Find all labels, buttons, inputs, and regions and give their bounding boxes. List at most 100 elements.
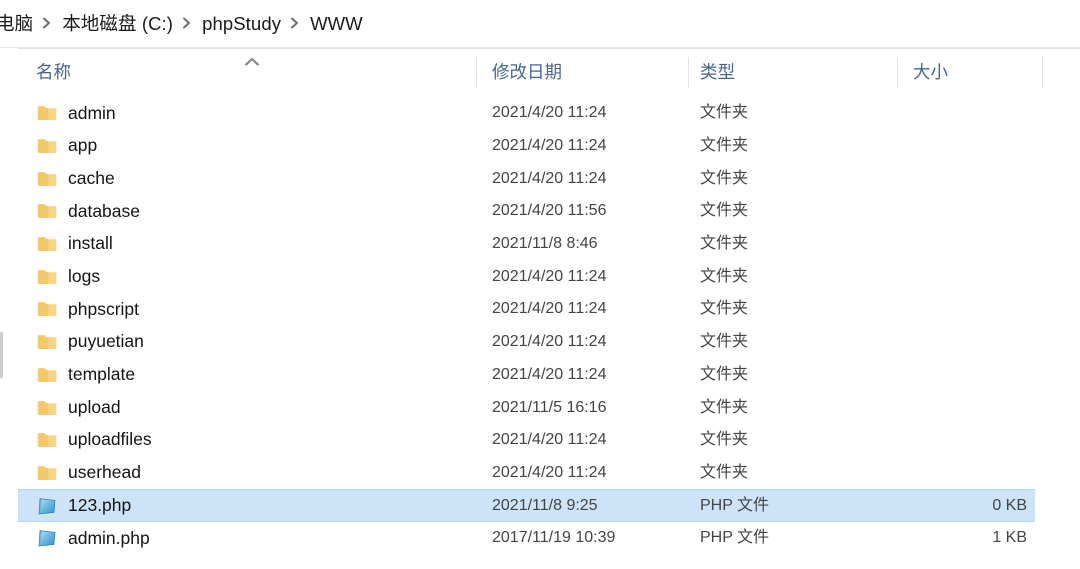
file-size-cell: [909, 424, 1027, 457]
column-header-date[interactable]: 修改日期: [492, 48, 562, 97]
file-list[interactable]: admin 2021/4/20 11:24 文件夹 app 2021/4/20 11:2…: [0, 97, 1080, 569]
file-name-label: userhead: [68, 462, 141, 483]
file-size-label: 0 KB: [992, 496, 1027, 514]
file-date-cell: 2021/4/20 11:24: [492, 326, 606, 359]
file-name-label: admin.php: [68, 527, 150, 548]
file-name-cell[interactable]: cache: [36, 162, 115, 195]
file-explorer-window: 电脑 本地磁盘 (C:) phpStudy WWW 名称 修改日期 类型 大小 adm…: [0, 0, 1080, 569]
folder-icon: [36, 331, 58, 353]
file-date-cell: 2021/11/8 9:25: [492, 489, 598, 522]
file-row[interactable]: uploadfiles 2021/4/20 11:24 文件夹: [0, 424, 1080, 457]
file-size-cell: [909, 391, 1027, 424]
file-type-cell: 文件夹: [700, 424, 748, 457]
file-name-cell[interactable]: admin: [36, 97, 116, 130]
folder-icon: [36, 135, 58, 157]
column-header-type[interactable]: 类型: [700, 48, 735, 97]
file-name-cell[interactable]: phpscript: [36, 293, 139, 326]
scrollbar-stub[interactable]: [0, 332, 3, 378]
folder-icon: [36, 364, 58, 386]
chevron-right-icon[interactable]: [42, 17, 53, 29]
chevron-up-icon: [245, 57, 259, 66]
file-type-cell: 文件夹: [700, 359, 748, 392]
file-name-label: phpscript: [68, 298, 140, 319]
file-date-label: 2021/11/8 9:25: [492, 496, 598, 514]
file-size-cell: [909, 228, 1027, 261]
file-date-label: 2021/4/20 11:24: [492, 300, 607, 318]
file-type-label: 文件夹: [700, 365, 749, 383]
file-row[interactable]: cache 2021/4/20 11:24 文件夹: [0, 162, 1080, 195]
folder-icon: [36, 462, 58, 484]
file-row[interactable]: phpscript 2021/4/20 11:24 文件夹: [0, 293, 1080, 326]
file-size-cell: [909, 195, 1027, 228]
file-date-cell: 2021/4/20 11:56: [492, 195, 606, 228]
file-date-cell: 2021/4/20 11:24: [492, 293, 606, 326]
file-date-label: 2021/4/20 11:24: [492, 431, 607, 449]
file-name-cell[interactable]: 123.php: [36, 489, 131, 522]
file-size-cell: [909, 293, 1027, 326]
column-divider-1[interactable]: [476, 57, 477, 88]
file-row[interactable]: puyuetian 2021/4/20 11:24 文件夹: [0, 326, 1080, 359]
file-name-label: database: [68, 200, 141, 221]
column-divider-2[interactable]: [688, 57, 689, 88]
file-type-cell: 文件夹: [700, 326, 748, 359]
file-size-cell: [909, 260, 1027, 293]
column-divider-3[interactable]: [897, 57, 898, 88]
file-row[interactable]: template 2021/4/20 11:24 文件夹: [0, 359, 1080, 392]
file-row[interactable]: admin.php 2017/11/19 10:39 PHP 文件 1 KB: [0, 522, 1080, 555]
file-date-cell: 2021/4/20 11:24: [492, 130, 606, 163]
folder-icon: [36, 233, 58, 255]
chevron-right-icon[interactable]: [182, 17, 193, 29]
file-type-label: 文件夹: [700, 137, 749, 155]
file-name-cell[interactable]: puyuetian: [36, 326, 144, 359]
file-name-label: admin: [68, 102, 116, 123]
file-name-cell[interactable]: template: [36, 359, 135, 392]
column-header-size[interactable]: 大小: [913, 48, 948, 97]
breadcrumb-item-2[interactable]: phpStudy: [202, 14, 281, 34]
file-row[interactable]: app 2021/4/20 11:24 文件夹: [0, 130, 1080, 163]
folder-icon: [36, 102, 58, 124]
file-name-cell[interactable]: userhead: [36, 457, 141, 490]
file-type-label: 文件夹: [700, 398, 749, 416]
file-row[interactable]: database 2021/4/20 11:56 文件夹: [0, 195, 1080, 228]
column-divider-4[interactable]: [1042, 57, 1043, 88]
file-name-cell[interactable]: database: [36, 195, 140, 228]
file-type-cell: 文件夹: [700, 130, 748, 163]
column-header-name[interactable]: 名称: [36, 48, 71, 97]
breadcrumb-item-3[interactable]: WWW: [310, 14, 363, 34]
file-name-label: uploadfiles: [68, 429, 152, 450]
file-size-cell: [909, 130, 1027, 163]
file-date-cell: 2017/11/19 10:39: [492, 522, 615, 555]
file-size-cell: [909, 326, 1027, 359]
file-row[interactable]: 123.php 2021/11/8 9:25 PHP 文件 0 KB: [0, 489, 1080, 522]
file-row[interactable]: install 2021/11/8 8:46 文件夹: [0, 228, 1080, 261]
folder-icon: [36, 200, 58, 222]
file-date-cell: 2021/4/20 11:24: [492, 424, 606, 457]
breadcrumb-item-1[interactable]: 本地磁盘 (C:): [62, 14, 173, 34]
chevron-right-icon[interactable]: [290, 17, 301, 29]
file-type-label: 文件夹: [700, 431, 749, 449]
file-type-label: 文件夹: [700, 333, 749, 351]
file-row[interactable]: userhead 2021/4/20 11:24 文件夹: [0, 457, 1080, 490]
column-header-size-label: 大小: [913, 61, 948, 82]
file-type-label: 文件夹: [700, 267, 749, 285]
file-name-cell[interactable]: app: [36, 130, 97, 163]
php-file-icon: [36, 495, 58, 517]
file-type-cell: PHP 文件: [700, 489, 769, 522]
file-row[interactable]: admin 2021/4/20 11:24 文件夹: [0, 97, 1080, 130]
breadcrumb[interactable]: 电脑 本地磁盘 (C:) phpStudy WWW: [0, 0, 1080, 48]
file-name-cell[interactable]: upload: [36, 391, 121, 424]
folder-icon: [36, 397, 58, 419]
file-date-cell: 2021/4/20 11:24: [492, 260, 606, 293]
file-name-cell[interactable]: uploadfiles: [36, 424, 152, 457]
file-name-cell[interactable]: logs: [36, 260, 100, 293]
file-date-label: 2021/4/20 11:24: [492, 333, 607, 351]
file-row[interactable]: upload 2021/11/5 16:16 文件夹: [0, 391, 1080, 424]
file-name-cell[interactable]: admin.php: [36, 522, 150, 555]
file-type-cell: PHP 文件: [700, 522, 769, 555]
file-name-cell[interactable]: install: [36, 228, 113, 261]
file-row[interactable]: logs 2021/4/20 11:24 文件夹: [0, 260, 1080, 293]
breadcrumb-item-0[interactable]: 电脑: [0, 14, 33, 34]
column-header-name-label: 名称: [36, 61, 71, 82]
file-type-cell: 文件夹: [700, 228, 748, 261]
file-type-label: 文件夹: [700, 463, 749, 481]
